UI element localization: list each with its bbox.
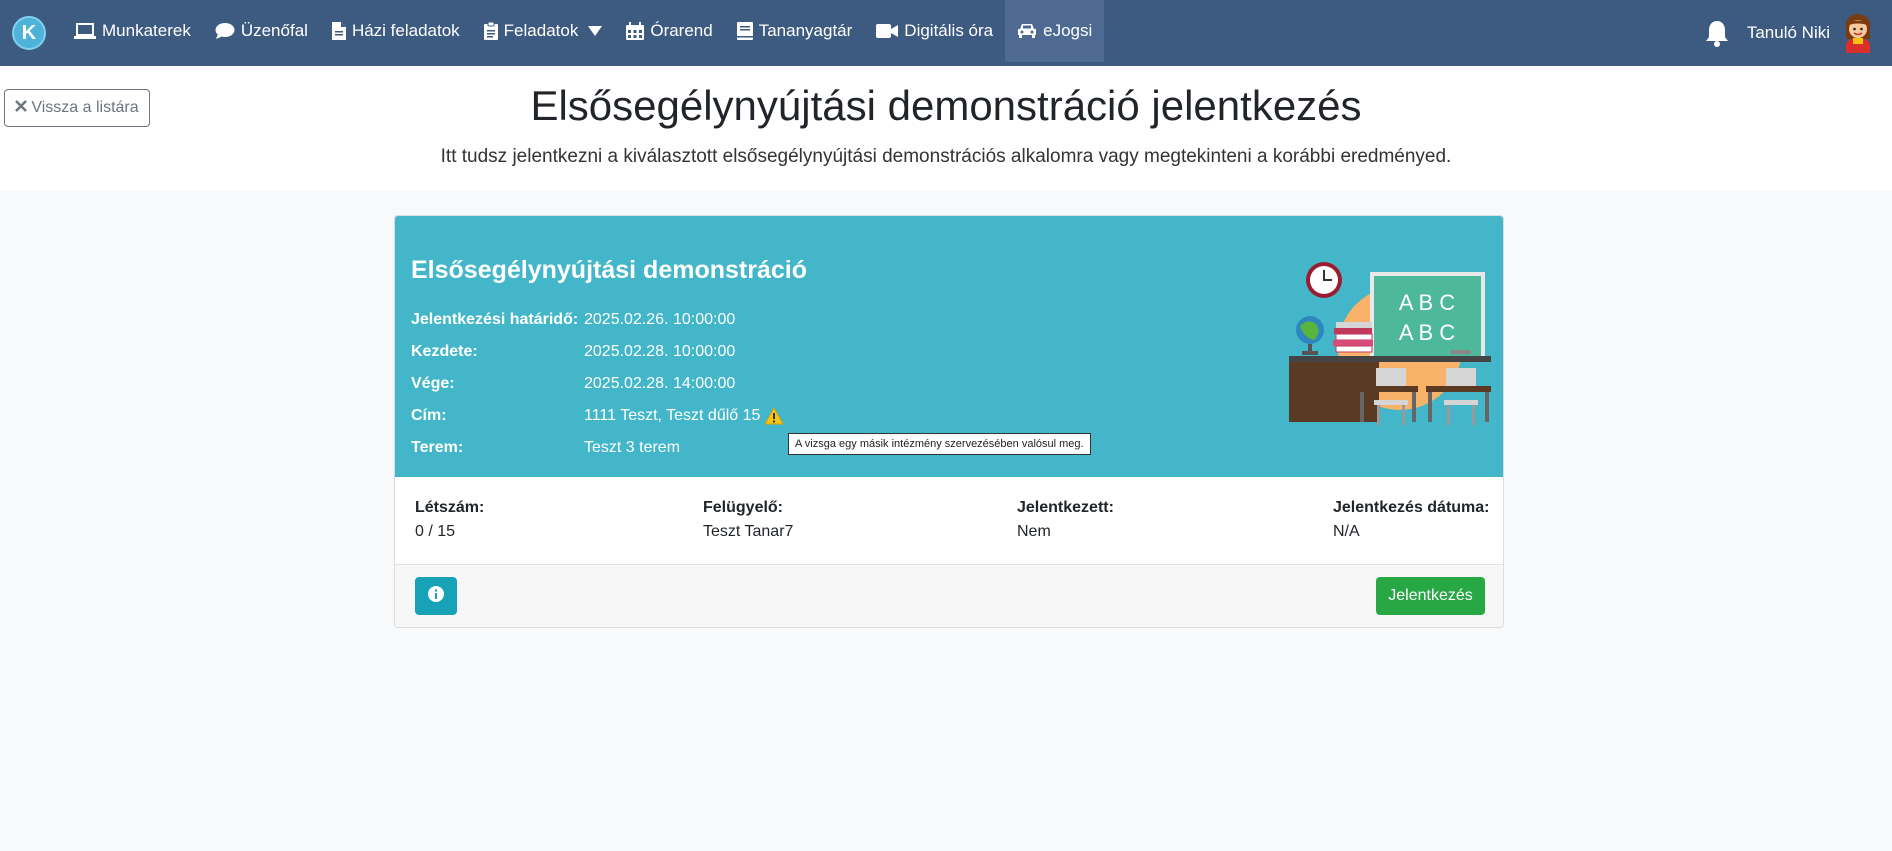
detail-value: Teszt 3 terem — [584, 439, 681, 456]
nav-item-munkaterek[interactable]: Munkaterek — [62, 0, 203, 62]
avatar[interactable] — [1840, 13, 1876, 53]
nav-item-uzenofal[interactable]: Üzenőfal — [203, 0, 320, 62]
nav-item-label: Házi feladatok — [351, 21, 460, 40]
detail-value: 2025.02.26. 10:00:00 — [584, 311, 736, 328]
stat-label: Felügyelő: — [703, 499, 784, 516]
exam-title: Elsősegélynyújtási demonstráció — [411, 256, 807, 284]
detail-value: 2025.02.28. 10:00:00 — [584, 343, 736, 360]
chalkboard-text-2: A B C — [1399, 320, 1455, 345]
stat-label: Jelentkezés dátuma: — [1333, 499, 1490, 516]
stat-registration-date: Jelentkezés dátuma: N/A — [1333, 499, 1490, 541]
caret-down-icon — [588, 21, 603, 41]
chalkboard-text-1: A B C — [1399, 290, 1455, 315]
join-button[interactable]: Jelentkezés — [1376, 577, 1485, 615]
nav-item-label: Feladatok — [503, 21, 579, 40]
detail-value: 2025.02.28. 14:00:00 — [584, 375, 736, 392]
page-header: Vissza a listára Elsősegélynyújtási demo… — [0, 66, 1892, 191]
stat-value: 0 / 15 — [415, 523, 456, 540]
stat-value: N/A — [1333, 523, 1360, 540]
page-title: Elsősegélynyújtási demonstráció jelentke… — [530, 82, 1362, 129]
stat-headcount: Létszám: 0 / 15 — [415, 499, 484, 541]
clipboard-icon — [483, 22, 498, 40]
classroom-illustration: A B C A B C — [1289, 262, 1491, 425]
video-icon — [876, 23, 899, 39]
user-name[interactable]: Tanuló Niki — [1747, 23, 1830, 43]
nav-item-feladatok[interactable]: Feladatok — [472, 0, 615, 62]
nav-item-label: eJogsi — [1043, 21, 1093, 40]
laptop-icon — [74, 22, 96, 40]
top-navbar: K Munkaterek Üzenőfal Házi feladatok Fel… — [0, 0, 1892, 66]
exam-stats: Létszám: 0 / 15 Felügyelő: Teszt Tanar7 … — [395, 477, 1503, 565]
stat-registered: Jelentkezett: Nem — [1017, 499, 1114, 541]
user-area: Tanuló Niki — [1705, 0, 1876, 66]
nav-item-label: Munkaterek — [102, 21, 191, 40]
calendar-icon — [626, 22, 645, 40]
nav-item-tananyagtar[interactable]: Tananyagtár — [725, 0, 865, 62]
nav-item-orarend[interactable]: Órarend — [614, 0, 724, 62]
detail-label: Vége: — [411, 375, 455, 392]
warning-icon[interactable] — [764, 407, 785, 425]
nav-item-label: Tananyagtár — [758, 21, 853, 40]
nav-item-label: Üzenőfal — [240, 21, 308, 40]
detail-label: Kezdete: — [411, 343, 478, 360]
detail-label: Jelentkezési határidő: — [411, 311, 579, 328]
detail-row-start: Kezdete: 2025.02.28. 10:00:00 — [411, 343, 735, 361]
logo-letter: K — [21, 21, 37, 44]
info-icon — [428, 585, 444, 607]
stat-label: Jelentkezett: — [1017, 499, 1114, 516]
detail-value: 1111 Teszt, Teszt dűlő 15 — [584, 407, 761, 424]
car-icon — [1017, 23, 1037, 39]
detail-value-wrap: 1111 Teszt, Teszt dűlő 15 — [584, 407, 785, 425]
exam-card-footer: Jelentkezés — [395, 565, 1503, 627]
info-button[interactable] — [415, 577, 457, 615]
detail-row-deadline: Jelentkezési határidő: 2025.02.26. 10:00… — [411, 311, 735, 329]
exam-card: Elsősegélynyújtási demonstráció Jelentke… — [394, 215, 1504, 628]
nav-item-label: Digitális óra — [904, 21, 994, 40]
bell-icon[interactable] — [1705, 19, 1729, 47]
stat-supervisor: Felügyelő: Teszt Tanar7 — [703, 499, 793, 541]
nav-item-digitalis-ora[interactable]: Digitális óra — [864, 0, 1005, 62]
detail-row-end: Vége: 2025.02.28. 14:00:00 — [411, 375, 735, 393]
nav-item-label: Órarend — [650, 21, 713, 40]
app-logo[interactable]: K — [12, 16, 46, 50]
exam-card-header: Elsősegélynyújtási demonstráció Jelentke… — [395, 216, 1503, 477]
page-subtitle: Itt tudsz jelentkezni a kiválasztott els… — [440, 146, 1452, 167]
nav-item-hazi-feladatok[interactable]: Házi feladatok — [320, 0, 472, 62]
detail-label: Cím: — [411, 407, 447, 424]
nav-item-ejogsi[interactable]: eJogsi — [1005, 0, 1105, 62]
detail-row-room: Terem: Teszt 3 terem — [411, 439, 680, 457]
detail-row-address: Cím: 1111 Teszt, Teszt dűlő 15 — [411, 407, 785, 425]
stat-value: Teszt Tanar7 — [703, 523, 794, 540]
stat-label: Létszám: — [415, 499, 485, 516]
file-icon — [331, 22, 346, 40]
comment-icon — [215, 22, 235, 40]
stat-value: Nem — [1017, 523, 1051, 540]
nav-menu: Munkaterek Üzenőfal Házi feladatok Felad… — [62, 0, 1105, 66]
detail-label: Terem: — [411, 439, 464, 456]
book-icon — [736, 22, 753, 40]
warning-tooltip: A vizsga egy másik intézmény szervezéséb… — [788, 433, 1091, 455]
